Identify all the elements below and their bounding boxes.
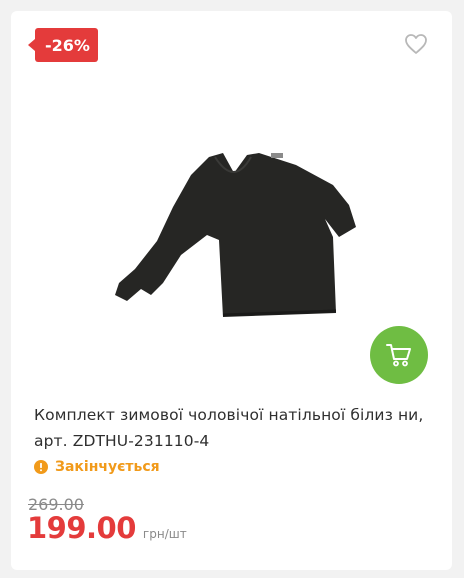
product-title[interactable]: Комплект зимової чоловічої натільної біл… — [34, 402, 434, 454]
add-to-cart-button[interactable] — [370, 326, 428, 384]
discount-badge: -26% — [28, 28, 98, 62]
stock-status: Закінчується — [34, 459, 160, 475]
price-row: 199.00 грн/шт — [27, 511, 187, 545]
stock-status-label: Закінчується — [55, 459, 160, 475]
product-image[interactable] — [111, 145, 361, 321]
exclamation-circle-icon — [34, 460, 48, 474]
current-price: 199.00 — [27, 511, 136, 545]
product-card[interactable]: -26% Комплект зимової чоловічої натільно… — [11, 11, 452, 570]
heart-outline-icon[interactable] — [404, 33, 428, 55]
price-unit: грн/шт — [142, 527, 187, 541]
cart-icon — [386, 344, 411, 367]
